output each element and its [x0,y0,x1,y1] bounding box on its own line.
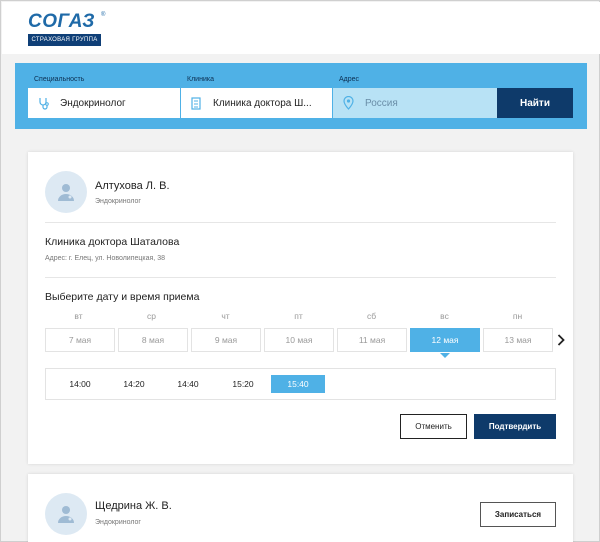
date-button[interactable]: 11 мая [337,328,407,352]
book-button[interactable]: Записаться [480,502,556,527]
building-icon [189,96,203,110]
date-button[interactable]: 8 мая [118,328,188,352]
clinic-address: Адрес: г. Елец, ул. Новолипецкая, 38 [45,255,165,262]
time-slot[interactable]: 15:20 [216,375,270,393]
logo-subtitle: СТРАХОВАЯ ГРУППА [28,34,101,46]
sogaz-logo[interactable]: СОГАЗ ® СТРАХОВАЯ ГРУППА [28,11,105,48]
avatar [45,493,87,535]
search-panel: Специальность Клиника Адрес Эндокринолог… [15,63,587,129]
map-pin-icon [341,96,355,110]
clinic-value: Клиника доктора Ш... [213,97,312,109]
choose-datetime-title: Выберите дату и время приема [45,291,200,303]
clinic-label: Клиника [187,76,214,83]
doctor-specialty: Эндокринолог [95,519,141,526]
logo-registered-mark: ® [101,12,106,18]
clinic-field[interactable]: Клиника доктора Ш... [181,88,332,118]
divider [45,277,556,278]
clinic-name: Клиника доктора Шаталова [45,236,180,248]
confirm-button[interactable]: Подтвердить [474,414,556,439]
date-button[interactable]: 9 мая [191,328,261,352]
time-slot[interactable]: 14:20 [107,375,161,393]
specialty-field[interactable]: Эндокринолог [28,88,180,118]
find-button[interactable]: Найти [497,88,573,118]
doctor-name[interactable]: Алтухова Л. В. [95,180,170,192]
avatar [45,171,87,213]
user-icon [58,506,74,523]
weekday-label: пн [512,311,523,321]
weekday-label: вт [74,311,83,321]
address-label: Адрес [339,76,360,83]
chevron-right-icon[interactable] [555,333,567,347]
divider [45,222,556,223]
user-icon [58,184,74,201]
date-button-selected[interactable]: 12 мая [410,328,480,358]
weekday-label: сб [366,311,377,321]
address-value: Россия [365,97,398,109]
weekday-label: вс [440,311,449,321]
address-field[interactable]: Россия [333,88,497,118]
page-frame: СОГАЗ ® СТРАХОВАЯ ГРУППА Специальность К… [0,0,600,542]
header: СОГАЗ ® СТРАХОВАЯ ГРУППА [2,2,600,54]
time-slot[interactable]: 14:40 [161,375,215,393]
specialty-value: Эндокринолог [60,97,126,109]
doctor-name[interactable]: Щедрина Ж. В. [95,500,172,512]
doctor-card: Алтухова Л. В. Эндокринолог Клиника докт… [28,152,573,464]
cancel-button[interactable]: Отменить [400,414,467,439]
stethoscope-icon [36,96,50,110]
date-button[interactable]: 7 мая [45,328,115,352]
specialty-label: Специальность [34,76,85,83]
weekday-label: ср [147,311,156,321]
logo-wordmark: СОГАЗ [28,11,95,32]
time-slot-selected[interactable]: 15:40 [271,375,325,393]
date-button[interactable]: 13 мая [483,328,553,352]
time-slots: 14:00 14:20 14:40 15:20 15:40 [45,368,556,400]
date-button[interactable]: 10 мая [264,328,334,352]
doctor-specialty: Эндокринолог [95,198,141,205]
weekday-label: пт [294,311,303,321]
doctor-card: Щедрина Ж. В. Эндокринолог Записаться [28,474,573,542]
weekday-label: чт [221,311,230,321]
time-slot[interactable]: 14:00 [53,375,107,393]
